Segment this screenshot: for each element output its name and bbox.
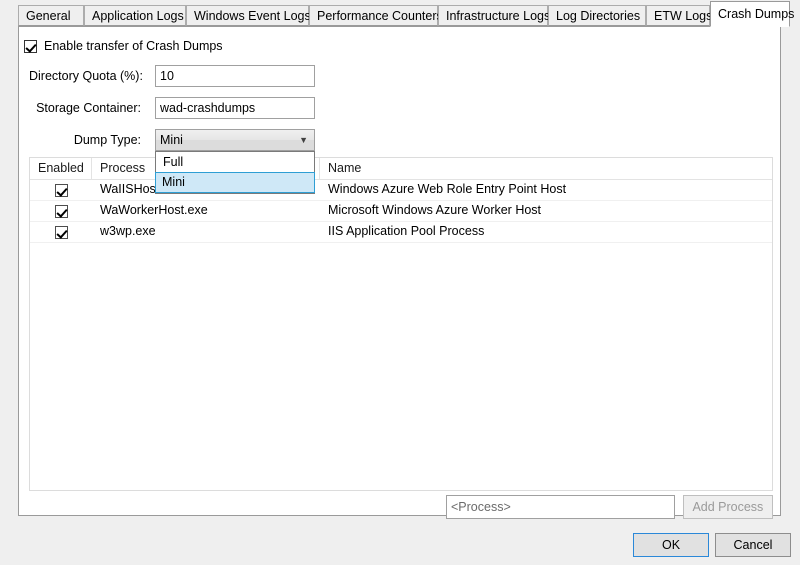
enable-transfer-row[interactable]: Enable transfer of Crash Dumps [24, 39, 223, 53]
process-name-input[interactable] [446, 495, 675, 519]
tab-general[interactable]: General [18, 5, 84, 26]
crash-dumps-panel: Enable transfer of Crash Dumps Directory… [18, 26, 781, 516]
add-process-row: Add Process [446, 495, 773, 519]
dropdown-option-mini[interactable]: Mini [155, 172, 315, 193]
tab-strip: General Application Logs Windows Event L… [0, 0, 800, 27]
row-process-cell: w3wp.exe [92, 222, 320, 242]
storage-container-row: Storage Container: [19, 97, 319, 119]
checkmark-icon[interactable] [55, 205, 68, 218]
cancel-button[interactable]: Cancel [715, 533, 791, 557]
dump-type-dropdown-list[interactable]: Full Mini [155, 151, 315, 194]
dropdown-option-full[interactable]: Full [156, 153, 314, 172]
add-process-button[interactable]: Add Process [683, 495, 773, 519]
tab-application-logs[interactable]: Application Logs [84, 5, 186, 26]
ok-button[interactable]: OK [633, 533, 709, 557]
tab-crash-dumps[interactable]: Crash Dumps [710, 1, 790, 27]
tab-label: Performance Counters [317, 9, 443, 23]
row-name-cell: Windows Azure Web Role Entry Point Host [320, 180, 772, 200]
tab-label: General [26, 9, 70, 23]
tab-infrastructure-logs[interactable]: Infrastructure Logs [438, 5, 548, 26]
tab-label: ETW Logs [654, 9, 712, 23]
storage-container-label: Storage Container: [29, 101, 141, 115]
row-enabled-cell[interactable] [30, 180, 92, 200]
checkmark-icon[interactable] [24, 40, 37, 53]
directory-quota-input[interactable] [155, 65, 315, 87]
dump-type-row: Dump Type: Mini ▼ [19, 129, 319, 151]
tab-etw-logs[interactable]: ETW Logs [646, 5, 710, 26]
row-name-cell: Microsoft Windows Azure Worker Host [320, 201, 772, 221]
tab-label: Log Directories [556, 9, 640, 23]
enable-transfer-label: Enable transfer of Crash Dumps [44, 39, 223, 53]
tab-label: Crash Dumps [718, 7, 794, 21]
row-process-cell: WaWorkerHost.exe [92, 201, 320, 221]
tab-performance-counters[interactable]: Performance Counters [309, 5, 438, 26]
table-row[interactable]: WaIISHost.exe Windows Azure Web Role Ent… [30, 180, 772, 201]
process-grid[interactable]: Enabled Process Name WaIISHost.exe Windo… [29, 157, 773, 491]
checkmark-icon[interactable] [55, 184, 68, 197]
tab-label: Application Logs [92, 9, 184, 23]
dump-type-label: Dump Type: [29, 133, 141, 147]
storage-container-input[interactable] [155, 97, 315, 119]
tab-label: Infrastructure Logs [446, 9, 550, 23]
tab-windows-event-logs[interactable]: Windows Event Logs [186, 5, 309, 26]
column-header-name[interactable]: Name [320, 158, 772, 179]
table-row[interactable]: w3wp.exe IIS Application Pool Process [30, 222, 772, 243]
column-header-enabled[interactable]: Enabled [30, 158, 92, 179]
chevron-down-icon: ▼ [299, 130, 308, 150]
tab-log-directories[interactable]: Log Directories [548, 5, 646, 26]
row-enabled-cell[interactable] [30, 222, 92, 242]
dump-type-value: Mini [160, 133, 183, 147]
tab-label: Windows Event Logs [194, 9, 311, 23]
checkmark-icon[interactable] [55, 226, 68, 239]
table-row[interactable]: WaWorkerHost.exe Microsoft Windows Azure… [30, 201, 772, 222]
row-enabled-cell[interactable] [30, 201, 92, 221]
grid-header-row: Enabled Process Name [30, 158, 772, 180]
dump-type-combobox[interactable]: Mini ▼ [155, 129, 315, 151]
row-name-cell: IIS Application Pool Process [320, 222, 772, 242]
directory-quota-label: Directory Quota (%): [29, 69, 141, 83]
directory-quota-row: Directory Quota (%): [19, 65, 319, 87]
